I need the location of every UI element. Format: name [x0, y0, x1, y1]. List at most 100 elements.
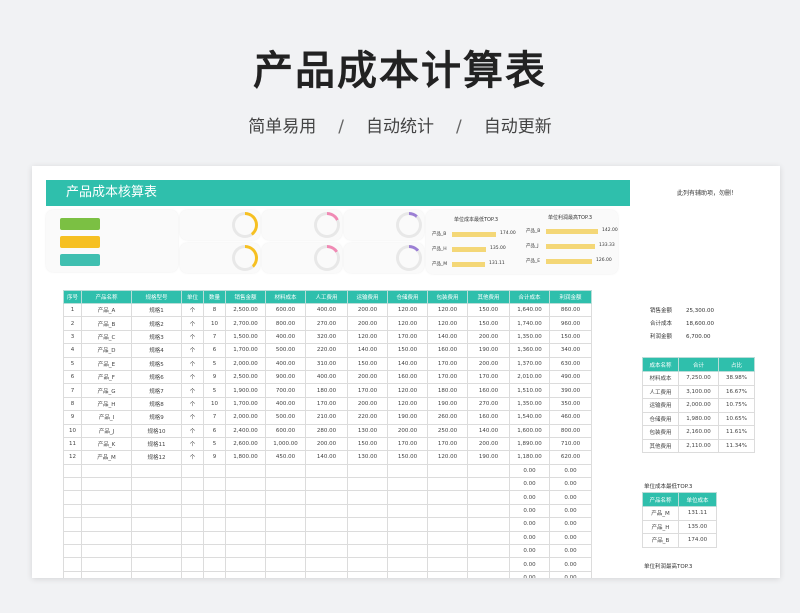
table-cell[interactable]: 个 — [181, 329, 204, 345]
table-cell[interactable] — [387, 463, 428, 479]
table-cell[interactable]: 规格7 — [131, 383, 182, 398]
table-cell[interactable]: 710.00 — [549, 436, 592, 452]
table-cell[interactable] — [265, 570, 306, 578]
table-cell[interactable] — [203, 490, 226, 505]
table-cell[interactable]: 规格1 — [131, 302, 182, 318]
table-cell[interactable] — [427, 463, 468, 479]
table-cell[interactable] — [63, 530, 82, 546]
table-cell[interactable] — [347, 503, 388, 519]
table-cell[interactable]: 170.00 — [305, 396, 348, 412]
table-cell[interactable]: 产品_B — [81, 316, 132, 331]
table-cell[interactable] — [81, 557, 132, 572]
table-cell[interactable]: 1,980.00 — [678, 411, 719, 426]
table-cell[interactable]: 11.61% — [718, 425, 755, 440]
table-cell[interactable]: 700.00 — [265, 383, 306, 398]
table-cell[interactable]: 规格8 — [131, 396, 182, 412]
table-cell[interactable]: 500.00 — [265, 410, 306, 425]
table-cell[interactable] — [347, 530, 388, 546]
table-cell[interactable]: 180.00 — [427, 383, 468, 398]
table-cell[interactable]: 0.00 — [549, 544, 592, 559]
table-cell[interactable] — [203, 503, 226, 519]
table-cell[interactable]: 1,510.00 — [509, 383, 550, 398]
table-cell[interactable] — [131, 517, 182, 532]
table-cell[interactable] — [265, 530, 306, 546]
table-cell[interactable]: 规格6 — [131, 369, 182, 385]
table-cell[interactable]: 0.00 — [549, 557, 592, 572]
table-cell[interactable]: 400.00 — [265, 329, 306, 345]
table-cell[interactable]: 0.00 — [549, 463, 592, 479]
table-cell[interactable]: 38.98% — [718, 371, 755, 386]
table-cell[interactable]: 产品_H — [81, 396, 132, 412]
table-cell[interactable] — [387, 557, 428, 572]
table-cell[interactable] — [347, 490, 388, 505]
table-cell[interactable]: 人工费用 — [642, 384, 679, 399]
table-cell[interactable]: 120.00 — [387, 383, 428, 398]
table-cell[interactable]: 产品_J — [81, 423, 132, 438]
table-cell[interactable]: 1,890.00 — [509, 436, 550, 452]
table-cell[interactable]: 10 — [63, 423, 82, 438]
table-cell[interactable]: 10 — [203, 316, 226, 331]
table-cell[interactable]: 270.00 — [467, 396, 510, 412]
table-cell[interactable] — [387, 544, 428, 559]
table-cell[interactable]: 960.00 — [549, 316, 592, 331]
table-cell[interactable]: 个 — [181, 450, 204, 465]
table-cell[interactable]: 运输费用 — [642, 398, 679, 413]
table-cell[interactable]: 7 — [203, 329, 226, 345]
table-cell[interactable]: 产品_G — [81, 383, 132, 398]
table-cell[interactable]: 6 — [63, 369, 82, 385]
table-cell[interactable]: 460.00 — [549, 410, 592, 425]
table-cell[interactable]: 7,250.00 — [678, 371, 719, 386]
table-cell[interactable] — [347, 463, 388, 479]
table-cell[interactable]: 120.00 — [347, 329, 388, 345]
table-cell[interactable] — [467, 530, 510, 546]
table-cell[interactable]: 产品_M — [81, 450, 132, 465]
table-cell[interactable] — [63, 517, 82, 532]
table-cell[interactable]: 860.00 — [549, 302, 592, 318]
table-cell[interactable] — [305, 503, 348, 519]
table-cell[interactable]: 174.00 — [678, 533, 717, 548]
table-cell[interactable]: 规格9 — [131, 410, 182, 425]
table-cell[interactable]: 10 — [203, 396, 226, 412]
table-cell[interactable] — [131, 463, 182, 479]
table-cell[interactable] — [225, 477, 266, 492]
table-cell[interactable] — [265, 477, 306, 492]
table-cell[interactable]: 规格3 — [131, 329, 182, 345]
table-cell[interactable]: 130.00 — [347, 423, 388, 438]
table-cell[interactable]: 个 — [181, 383, 204, 398]
table-cell[interactable]: 0.00 — [509, 570, 550, 578]
table-cell[interactable] — [181, 517, 204, 532]
table-cell[interactable] — [131, 544, 182, 559]
table-cell[interactable]: 9 — [203, 369, 226, 385]
table-cell[interactable]: 规格10 — [131, 423, 182, 438]
table-cell[interactable] — [203, 557, 226, 572]
table-cell[interactable] — [305, 477, 348, 492]
table-cell[interactable]: 规格11 — [131, 436, 182, 452]
table-cell[interactable] — [131, 570, 182, 578]
table-cell[interactable] — [181, 557, 204, 572]
table-cell[interactable] — [427, 570, 468, 578]
table-cell[interactable]: 390.00 — [549, 383, 592, 398]
table-cell[interactable] — [467, 503, 510, 519]
table-cell[interactable]: 1,540.00 — [509, 410, 550, 425]
table-cell[interactable] — [427, 490, 468, 505]
table-cell[interactable]: 140.00 — [347, 343, 388, 358]
table-cell[interactable] — [225, 503, 266, 519]
table-cell[interactable]: 9 — [203, 450, 226, 465]
table-cell[interactable]: 0.00 — [509, 503, 550, 519]
table-cell[interactable]: 个 — [181, 302, 204, 318]
table-cell[interactable]: 320.00 — [305, 329, 348, 345]
table-cell[interactable] — [427, 557, 468, 572]
table-cell[interactable] — [305, 463, 348, 479]
table-cell[interactable]: 1,900.00 — [225, 383, 266, 398]
table-cell[interactable]: 450.00 — [265, 450, 306, 465]
table-cell[interactable]: 5 — [203, 356, 226, 371]
table-cell[interactable]: 其他费用 — [642, 438, 679, 453]
table-cell[interactable] — [467, 544, 510, 559]
table-cell[interactable]: 140.00 — [467, 423, 510, 438]
table-cell[interactable] — [181, 503, 204, 519]
table-cell[interactable]: 规格2 — [131, 316, 182, 331]
table-cell[interactable]: 200.00 — [467, 329, 510, 345]
table-cell[interactable]: 2,160.00 — [678, 425, 719, 440]
table-cell[interactable]: 170.00 — [387, 436, 428, 452]
table-cell[interactable]: 8 — [203, 302, 226, 318]
